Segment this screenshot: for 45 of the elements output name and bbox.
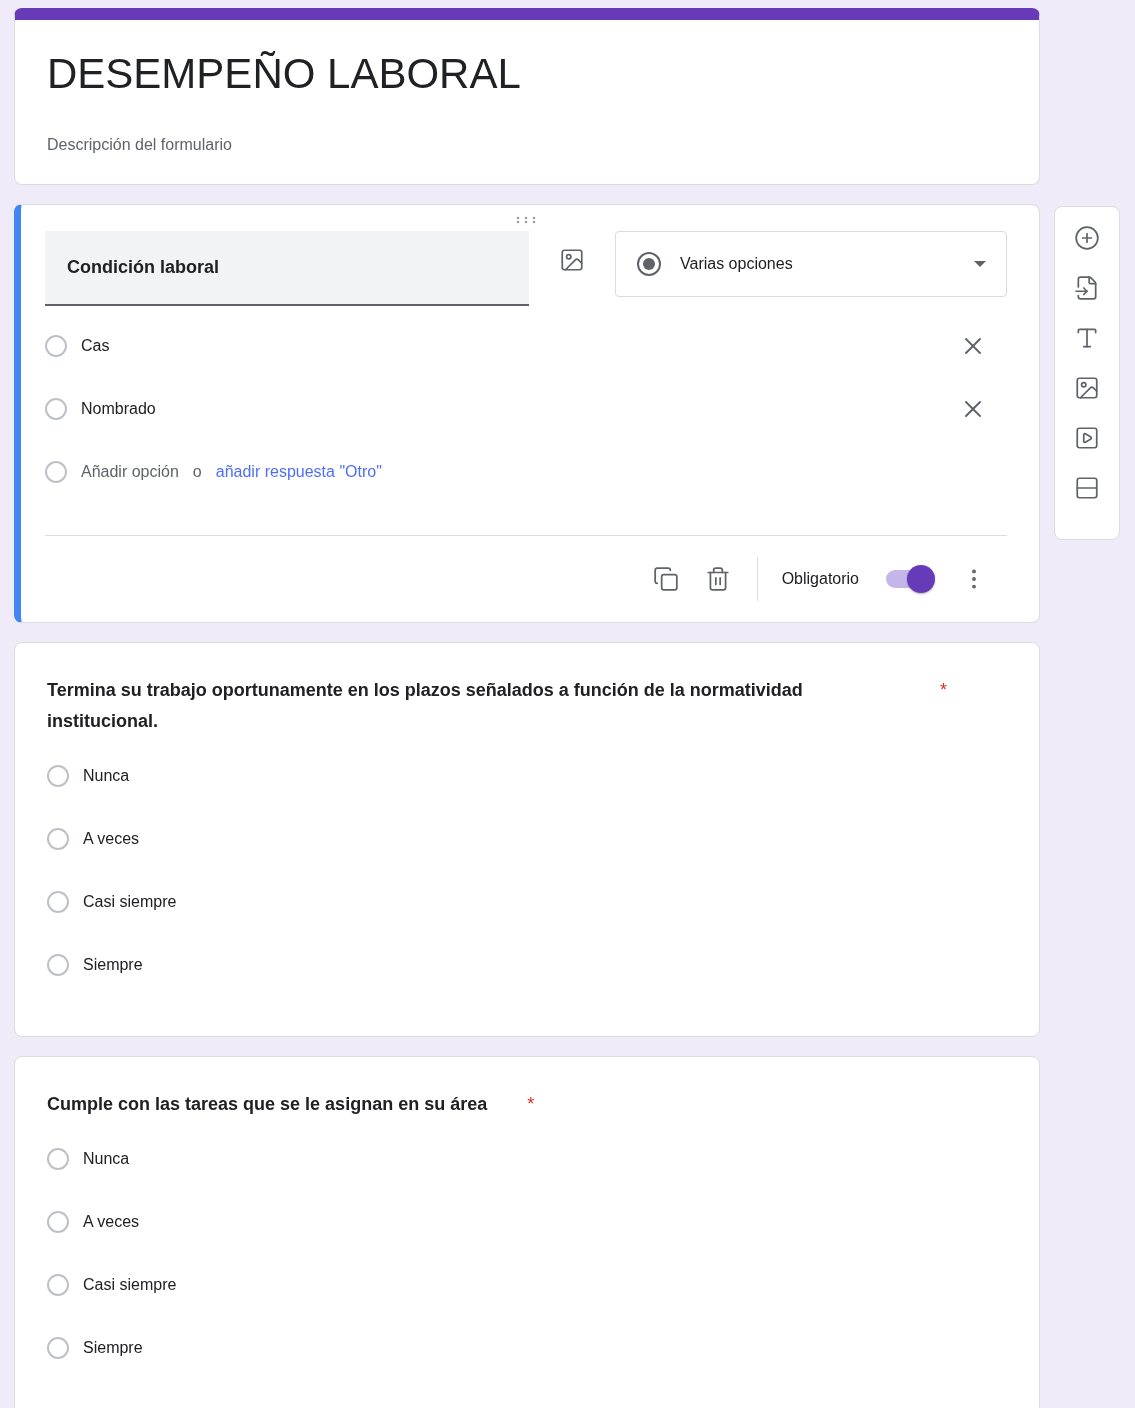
option-label[interactable]: Nombrado bbox=[81, 399, 945, 418]
radio-button[interactable] bbox=[45, 397, 67, 420]
question-text: Termina su trabajo oportunamente en los plazos señalados a función de la normatividad institucional. bbox=[47, 679, 804, 733]
drag-handle-icon[interactable] bbox=[515, 215, 537, 225]
option-label: A veces bbox=[83, 829, 141, 848]
radio-button[interactable] bbox=[47, 1211, 69, 1234]
question-text: Cumple con las tareas que se le asignan en su área bbox=[47, 1093, 488, 1117]
option-label: Casi siempre bbox=[83, 1276, 178, 1295]
form-title: DESEMPEÑO LABORAL bbox=[47, 49, 522, 98]
option-label: A veces bbox=[83, 1213, 141, 1232]
radio-button[interactable] bbox=[47, 1148, 69, 1171]
radio-button[interactable] bbox=[45, 334, 67, 357]
caret-icon bbox=[974, 261, 986, 267]
radio-icon bbox=[636, 251, 662, 277]
add-option-label[interactable]: Añadir opción bbox=[81, 462, 179, 481]
option-label: Nunca bbox=[83, 766, 131, 785]
section-icon[interactable] bbox=[1074, 475, 1100, 501]
add-other-link[interactable]: añadir respuesta "Otro" bbox=[215, 462, 382, 481]
radio-button[interactable] bbox=[47, 764, 69, 787]
radio-button[interactable] bbox=[47, 1337, 69, 1360]
option-label: Casi siempre bbox=[83, 892, 178, 911]
add-icon[interactable] bbox=[1074, 225, 1100, 251]
image-icon[interactable] bbox=[1074, 375, 1100, 401]
question-title-field[interactable]: Condición laboral bbox=[45, 231, 529, 306]
option-label: Siempre bbox=[83, 955, 144, 974]
radio-button[interactable] bbox=[47, 1274, 69, 1297]
question-type-dropdown[interactable]: Varias opciones bbox=[615, 231, 1007, 297]
required-asterisk: * bbox=[940, 679, 947, 702]
radio-button[interactable] bbox=[47, 953, 69, 976]
option-label: Siempre bbox=[83, 1339, 144, 1358]
video-icon[interactable] bbox=[1074, 425, 1100, 451]
copy-icon[interactable] bbox=[652, 566, 679, 592]
form-description: Descripción del formulario bbox=[47, 136, 233, 155]
image-icon[interactable] bbox=[559, 247, 585, 273]
trash-icon[interactable] bbox=[704, 566, 731, 592]
required-switch[interactable] bbox=[885, 565, 935, 593]
file-import-icon[interactable] bbox=[1074, 275, 1100, 301]
required-asterisk: * bbox=[527, 1093, 535, 1117]
radio-button[interactable] bbox=[47, 890, 69, 913]
radio-button[interactable] bbox=[47, 827, 69, 850]
separator-text: o bbox=[192, 462, 202, 481]
text-icon[interactable] bbox=[1074, 325, 1100, 351]
option-label[interactable]: Cas bbox=[81, 336, 945, 355]
required-label: Obligatorio bbox=[781, 570, 859, 588]
option-label: Nunca bbox=[83, 1150, 131, 1169]
